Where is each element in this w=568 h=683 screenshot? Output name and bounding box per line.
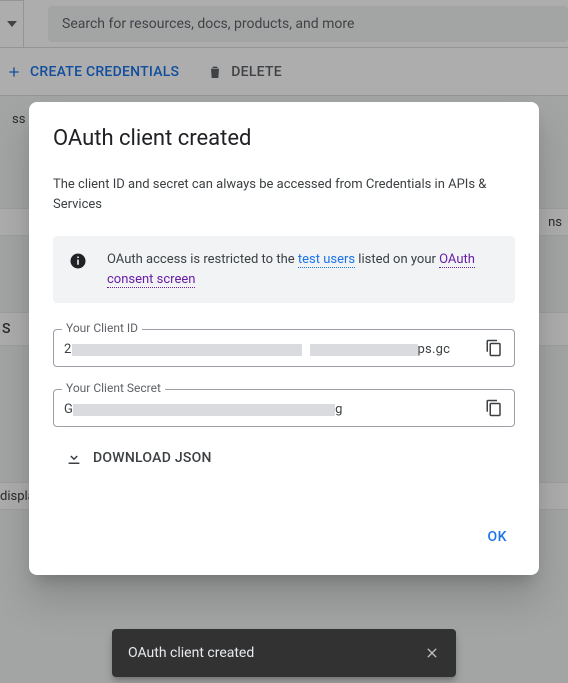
toast: OAuth client created [112,629,456,677]
info-text-mid: listed on your [355,252,439,267]
download-icon [65,449,83,467]
copy-client-secret-button[interactable] [484,398,504,418]
copy-icon [485,339,503,357]
client-id-value[interactable]: 2 ps.gc [64,339,484,357]
info-text-pre: OAuth access is restricted to the [107,252,298,267]
download-json-label: DOWNLOAD JSON [93,450,212,466]
info-text: OAuth access is restricted to the test u… [107,250,499,289]
toast-close-button[interactable] [420,641,444,665]
client-secret-field: Your Client Secret Gg [53,389,515,427]
info-box: OAuth access is restricted to the test u… [53,236,515,303]
client-secret-label: Your Client Secret [62,381,165,395]
test-users-link[interactable]: test users [298,252,355,268]
client-id-prefix: 2 [64,342,72,357]
download-json-button[interactable]: DOWNLOAD JSON [65,449,212,467]
dialog-actions: OK [53,523,515,551]
client-id-label: Your Client ID [62,321,142,335]
copy-client-id-button[interactable] [484,338,504,358]
close-icon [424,645,440,661]
ok-button[interactable]: OK [480,523,516,551]
client-id-suffix: ps.gc [418,342,451,357]
client-secret-suffix: g [335,402,343,417]
info-icon [69,252,87,270]
toast-message: OAuth client created [128,645,254,661]
copy-icon [485,399,503,417]
client-secret-value[interactable]: Gg [64,399,484,417]
client-id-field: Your Client ID 2 ps.gc [53,329,515,367]
client-secret-prefix: G [64,402,73,417]
dialog-title: OAuth client created [53,126,515,151]
dialog-subtitle: The client ID and secret can always be a… [53,175,515,214]
oauth-created-dialog: OAuth client created The client ID and s… [29,102,539,575]
